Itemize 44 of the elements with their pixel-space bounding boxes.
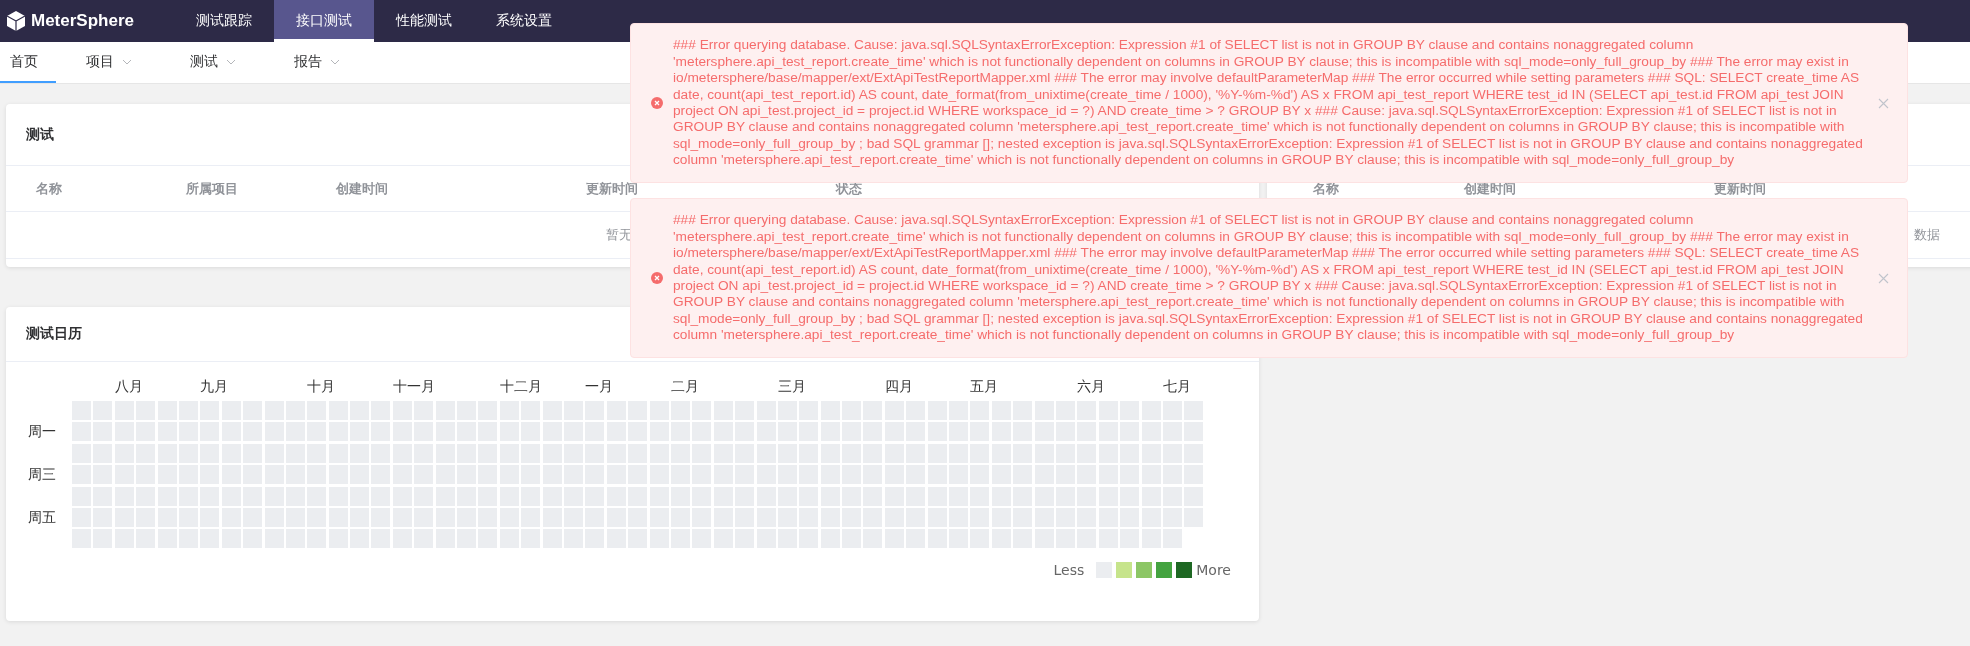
close-button[interactable] <box>1878 97 1889 109</box>
weekday-label: 周一 <box>28 422 57 442</box>
card-title: 测试 <box>26 125 54 144</box>
column-header: 所属项目 <box>186 179 239 198</box>
month-label: 一月 <box>585 378 615 396</box>
nav-tab[interactable]: 系统设置 <box>474 0 574 42</box>
weekday-label: 周五 <box>28 507 57 527</box>
error-icon <box>651 97 663 109</box>
weekday-label: 周三 <box>28 465 57 485</box>
column-header: 更新时间 <box>1714 179 1767 198</box>
month-label: 七月 <box>1162 378 1192 396</box>
column-header: 状态 <box>836 179 863 198</box>
error-icon <box>651 272 663 284</box>
month-label: 九月 <box>200 378 230 396</box>
column-header: 创建时间 <box>1464 179 1517 198</box>
brand-name: MeterSphere <box>31 11 134 31</box>
close-button[interactable] <box>1878 272 1889 284</box>
month-label: 十二月 <box>499 378 543 396</box>
column-header: 更新时间 <box>586 179 639 198</box>
legend-label: Less <box>1053 562 1085 579</box>
cube-logo-icon <box>6 10 26 32</box>
nav-tab[interactable]: 测试跟踪 <box>174 0 274 42</box>
error-message: ### Error querying database. Cause: java.sql.SQLSyntaxErrorException: Expression #1 of SELECT list is not in GROUP BY clause and contains nonaggregated column 'metersphere.api_test_report.create_time' which is not functionally dependent on columns in GROUP BY clause; this is incompatible with sql_mode=only_full_group_by ### The error may exist in io/metersphere/base/mapper/ext/ExtApiTestReportMapper.xml ### The error may involve defaultParameterMap ### The error occurred while setting parameters ### SQL: SELECT create_time AS date, count(api_test_report.id) AS count, date_format(from_unixtime(create_time / 1000), '%Y-%m-%d') AS x FROM api_test_report WHERE test_id IN (SELECT api_test.id FROM api_test JOIN project ON api_test.project_id = project.id WHERE workspace_id = ?) AND create_time > ? GROUP BY x ### Cause: java.sql.SQLSyntaxErrorException: Expression #1 of SELECT list is not in GROUP BY clause and contains nonaggregated column 'metersphere.api_test_report.create_time' which is not functionally dependent on columns in GROUP BY clause; this is incompatible with sql_mode=only_full_group_by ; bad SQL grammar []; nested exception is java.sql.SQLSyntaxErrorException: Expression #1 of SELECT list is not in GROUP BY clause and contains nonaggregated column 'metersphere.api_test_report.create_time' which is not functionally dependent on columns in GROUP BY clause; this is incompatible with sql_mode=only_full_group_by <box>673 37 1864 169</box>
menu-item[interactable]: 项目 <box>76 42 160 83</box>
month-label: 十月 <box>307 378 337 396</box>
empty-text: 数据 <box>1914 226 1940 244</box>
nav-tab[interactable]: 性能测试 <box>374 0 474 42</box>
legend-label: More <box>1196 562 1231 579</box>
month-label: 四月 <box>884 378 914 396</box>
card-title: 测试日历 <box>26 325 82 343</box>
month-label: 五月 <box>970 378 1000 396</box>
column-header: 名称 <box>1313 179 1340 198</box>
column-header: 名称 <box>36 179 63 198</box>
month-label: 十一月 <box>392 378 436 396</box>
menu-item[interactable]: 测试 <box>180 42 264 83</box>
error-message: ### Error querying database. Cause: java.sql.SQLSyntaxErrorException: Expression #1 of SELECT list is not in GROUP BY clause and contains nonaggregated column 'metersphere.api_test_report.create_time' which is not functionally dependent on columns in GROUP BY clause; this is incompatible with sql_mode=only_full_group_by ### The error may exist in io/metersphere/base/mapper/ext/ExtApiTestReportMapper.xml ### The error may involve defaultParameterMap ### The error occurred while setting parameters ### SQL: SELECT create_time AS date, count(api_test_report.id) AS count, date_format(from_unixtime(create_time / 1000), '%Y-%m-%d') AS x FROM api_test_report WHERE test_id IN (SELECT api_test.id FROM api_test JOIN project ON api_test.project_id = project.id WHERE workspace_id = ?) AND create_time > ? GROUP BY x ### Cause: java.sql.SQLSyntaxErrorException: Expression #1 of SELECT list is not in GROUP BY clause and contains nonaggregated column 'metersphere.api_test_report.create_time' which is not functionally dependent on columns in GROUP BY clause; this is incompatible with sql_mode=only_full_group_by ; bad SQL grammar []; nested exception is java.sql.SQLSyntaxErrorException: Expression #1 of SELECT list is not in GROUP BY clause and contains nonaggregated column 'metersphere.api_test_report.create_time' which is not functionally dependent on columns in GROUP BY clause; this is incompatible with sql_mode=only_full_group_by <box>673 212 1864 344</box>
menu-item[interactable]: 首页 <box>0 42 56 83</box>
nav-tab[interactable]: 接口测试 <box>274 0 374 42</box>
menu-item[interactable]: 报告 <box>284 42 368 83</box>
month-label: 三月 <box>777 378 807 396</box>
month-label: 六月 <box>1077 378 1107 396</box>
column-header: 创建时间 <box>336 179 389 198</box>
month-label: 八月 <box>114 378 144 396</box>
month-label: 二月 <box>670 378 700 396</box>
